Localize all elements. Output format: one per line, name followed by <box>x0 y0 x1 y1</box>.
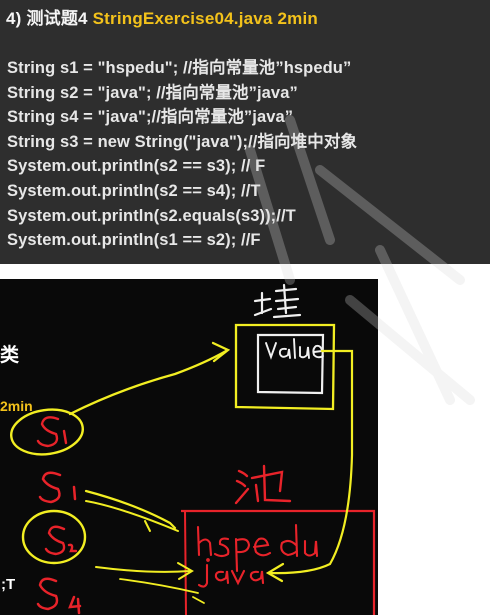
code-line-5: System.out.println(s2 == s3); // F <box>7 157 266 176</box>
code-line-1: String s1 = "hspedu"; //指向常量池”hspedu” <box>7 59 352 77</box>
pool-glyph <box>234 464 292 505</box>
s2-label <box>38 471 77 504</box>
constant-pool-box <box>181 509 376 615</box>
exercise-number: 4) 测试题4 <box>6 9 93 28</box>
code-line-8: System.out.println(s1 == s2); //F <box>7 231 261 250</box>
chalkboard: 类 2min ;T <box>0 279 378 615</box>
java-scribble <box>197 558 265 588</box>
hspedu-scribble <box>196 523 319 573</box>
s3-label <box>44 525 78 556</box>
code-listing: String s1 = "hspedu"; //指向常量池”hspedu” St… <box>7 56 357 253</box>
value-to-java-arrow <box>268 349 354 575</box>
side-minutes-label: 2min <box>0 398 33 414</box>
code-line-3: String s4 = "java";//指向常量池”java” <box>7 108 294 127</box>
code-line-4: String s3 = new String("java");//指向堆中对象 <box>7 132 358 151</box>
s3-circle <box>21 509 87 565</box>
s1-to-heap-arrow <box>68 349 228 416</box>
code-line-2: String s2 = "java"; //指向常量池”java” <box>7 83 298 102</box>
s4-label <box>36 577 82 615</box>
exercise-title: 4) 测试题4 StringExercise04.java 2min <box>6 4 318 29</box>
code-line-6: System.out.println(s2 == s4); //T <box>7 181 261 200</box>
s1-label <box>36 416 68 448</box>
memory-sketch-panel: 类 2min ;T <box>0 279 490 615</box>
s4-to-java-arrow <box>95 566 191 573</box>
heap-glyph <box>253 283 302 319</box>
side-class-label: 类 <box>0 344 20 366</box>
code-panel: 4) 测试题4 StringExercise04.java 2min Strin… <box>0 0 490 264</box>
chalk-drawing <box>10 283 376 615</box>
s2-to-pool-arrow <box>84 489 177 530</box>
exercise-filename: StringExercise04.java 2min <box>92 9 319 28</box>
pool-left-edge <box>184 510 187 615</box>
value-scribble <box>265 338 324 360</box>
side-true-label: ;T <box>1 576 16 593</box>
heap-box <box>234 323 336 411</box>
code-line-7: System.out.println(s2.equals(s3));//T <box>7 206 296 225</box>
value-object-box <box>256 333 325 395</box>
